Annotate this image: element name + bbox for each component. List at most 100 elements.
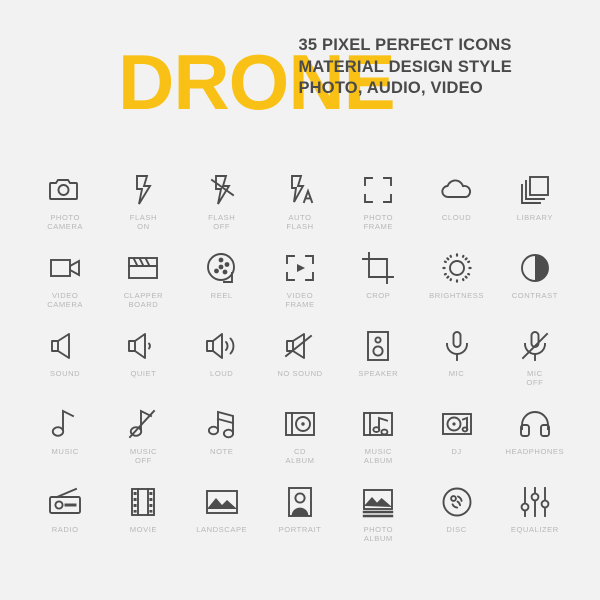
icon-cell-library[interactable]: LIBRARY	[496, 170, 574, 248]
icon-cell-movie[interactable]: MOVIE	[104, 482, 182, 560]
movie-icon[interactable]	[123, 482, 163, 522]
icon-cell-speaker[interactable]: SPEAKER	[339, 326, 417, 404]
icon-label: PORTRAIT	[278, 525, 322, 534]
mic-off-icon[interactable]	[515, 326, 555, 366]
icon-label: LIBRARY	[516, 213, 553, 222]
icon-cell-quiet[interactable]: QUIET	[104, 326, 182, 404]
icon-label: MUSIC OFF	[129, 447, 158, 466]
icon-cell-reel[interactable]: REEL	[183, 248, 261, 326]
icon-label: CD ALBUM	[285, 447, 315, 466]
icon-label: QUIET	[130, 369, 157, 378]
flash-on-icon[interactable]	[123, 170, 163, 210]
icon-label: DJ	[451, 447, 462, 456]
auto-flash-icon[interactable]	[280, 170, 320, 210]
icon-label: NO SOUND	[277, 369, 323, 378]
icon-label: BRIGHTNESS	[429, 291, 484, 300]
icon-cell-flash-off[interactable]: FLASH OFF	[183, 170, 261, 248]
flash-off-icon[interactable]	[202, 170, 242, 210]
icon-cell-photo-frame[interactable]: PHOTO FRAME	[339, 170, 417, 248]
icon-cell-music-off[interactable]: MUSIC OFF	[104, 404, 182, 482]
quiet-icon[interactable]	[123, 326, 163, 366]
icon-label: CLOUD	[441, 213, 472, 222]
icon-cell-loud[interactable]: LOUD	[183, 326, 261, 404]
icon-label: AUTO FLASH	[286, 213, 314, 232]
icon-cell-radio[interactable]: RADIO	[26, 482, 104, 560]
icon-cell-cloud[interactable]: CLOUD	[417, 170, 495, 248]
icon-cell-music-album[interactable]: MUSIC ALBUM	[339, 404, 417, 482]
loud-icon[interactable]	[202, 326, 242, 366]
icon-label: PHOTO ALBUM	[363, 525, 394, 544]
icon-cell-flash-on[interactable]: FLASH ON	[104, 170, 182, 248]
video-camera-icon[interactable]	[45, 248, 85, 288]
radio-icon[interactable]	[45, 482, 85, 522]
icon-label: REEL	[210, 291, 233, 300]
icon-label: SOUND	[50, 369, 81, 378]
equalizer-icon[interactable]	[515, 482, 555, 522]
icon-label: NOTE	[210, 447, 234, 456]
icon-cell-auto-flash[interactable]: AUTO FLASH	[261, 170, 339, 248]
portrait-icon[interactable]	[280, 482, 320, 522]
icon-cell-sound[interactable]: SOUND	[26, 326, 104, 404]
icon-cell-music[interactable]: MUSIC	[26, 404, 104, 482]
photo-frame-icon[interactable]	[358, 170, 398, 210]
icon-cell-video-camera[interactable]: VIDEO CAMERA	[26, 248, 104, 326]
icon-cell-mic-off[interactable]: MIC OFF	[496, 326, 574, 404]
reel-icon[interactable]	[202, 248, 242, 288]
photo-camera-icon[interactable]	[45, 170, 85, 210]
video-frame-icon[interactable]	[280, 248, 320, 288]
icon-label: PHOTO FRAME	[363, 213, 394, 232]
icon-label: MIC OFF	[526, 369, 544, 388]
music-album-icon[interactable]	[358, 404, 398, 444]
icon-cell-portrait[interactable]: PORTRAIT	[261, 482, 339, 560]
icon-cell-disc[interactable]: DISC	[417, 482, 495, 560]
icon-cell-note[interactable]: NOTE	[183, 404, 261, 482]
landscape-icon[interactable]	[202, 482, 242, 522]
icon-cell-landscape[interactable]: LANDSCAPE	[183, 482, 261, 560]
icon-cell-crop[interactable]: CROP	[339, 248, 417, 326]
icon-label: CLAPPER BOARD	[123, 291, 164, 310]
icon-label: HEADPHONES	[505, 447, 565, 456]
icon-cell-no-sound[interactable]: NO SOUND	[261, 326, 339, 404]
speaker-icon[interactable]	[358, 326, 398, 366]
icon-label: FLASH OFF	[208, 213, 236, 232]
note-icon[interactable]	[202, 404, 242, 444]
music-off-icon[interactable]	[123, 404, 163, 444]
brightness-icon[interactable]	[437, 248, 477, 288]
icon-label: CROP	[366, 291, 391, 300]
icon-cell-equalizer[interactable]: EQUALIZER	[496, 482, 574, 560]
icon-cell-contrast[interactable]: CONTRAST	[496, 248, 574, 326]
icon-label: SPEAKER	[358, 369, 399, 378]
icon-label: MOVIE	[129, 525, 158, 534]
icon-grid: PHOTO CAMERA FLASH ON FLASH OFF AUTO FLA…	[0, 170, 600, 560]
cd-album-icon[interactable]	[280, 404, 320, 444]
sound-icon[interactable]	[45, 326, 85, 366]
headphones-icon[interactable]	[515, 404, 555, 444]
crop-icon[interactable]	[358, 248, 398, 288]
icon-label: RADIO	[51, 525, 79, 534]
clapper-board-icon[interactable]	[123, 248, 163, 288]
icon-cell-mic[interactable]: MIC	[417, 326, 495, 404]
photo-album-icon[interactable]	[358, 482, 398, 522]
icon-label: VIDEO FRAME	[285, 291, 315, 310]
icon-cell-dj[interactable]: DJ	[417, 404, 495, 482]
no-sound-icon[interactable]	[280, 326, 320, 366]
icon-label: PHOTO CAMERA	[47, 213, 84, 232]
subtitle-line-1: 35 PIXEL PERFECT ICONS	[298, 36, 512, 54]
icon-cell-video-frame[interactable]: VIDEO FRAME	[261, 248, 339, 326]
icon-cell-photo-album[interactable]: PHOTO ALBUM	[339, 482, 417, 560]
icon-cell-cd-album[interactable]: CD ALBUM	[261, 404, 339, 482]
disc-icon[interactable]	[437, 482, 477, 522]
icon-label: VIDEO CAMERA	[47, 291, 84, 310]
icon-cell-clapper-board[interactable]: CLAPPER BOARD	[104, 248, 182, 326]
icon-cell-headphones[interactable]: HEADPHONES	[496, 404, 574, 482]
contrast-icon[interactable]	[515, 248, 555, 288]
icon-label: LANDSCAPE	[196, 525, 248, 534]
mic-icon[interactable]	[437, 326, 477, 366]
cloud-icon[interactable]	[437, 170, 477, 210]
dj-icon[interactable]	[437, 404, 477, 444]
icon-label: MUSIC	[51, 447, 79, 456]
music-icon[interactable]	[45, 404, 85, 444]
icon-cell-brightness[interactable]: BRIGHTNESS	[417, 248, 495, 326]
library-icon[interactable]	[515, 170, 555, 210]
icon-cell-photo-camera[interactable]: PHOTO CAMERA	[26, 170, 104, 248]
